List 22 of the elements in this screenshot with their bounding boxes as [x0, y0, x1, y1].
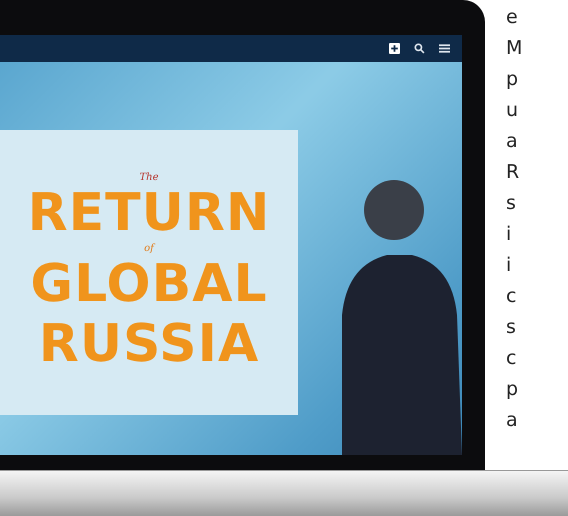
- paragraph-line: e: [506, 5, 519, 30]
- headline: GLOBAL: [30, 254, 268, 314]
- connector-word: of: [144, 242, 154, 254]
- headline: RETURN: [28, 182, 270, 242]
- paragraph-line: p: [506, 67, 520, 92]
- menu-icon[interactable]: [439, 43, 450, 54]
- paragraph-line: i: [506, 253, 512, 278]
- plus-icon[interactable]: [389, 43, 400, 54]
- headline: RUSSIA: [38, 314, 260, 374]
- paragraph-line: c: [506, 284, 518, 309]
- paragraph-line: a: [506, 129, 519, 154]
- paragraph-line: s: [506, 191, 517, 216]
- paragraph-line: i: [506, 222, 512, 247]
- pretitle: The: [139, 172, 159, 182]
- paragraph-line: s: [506, 315, 517, 340]
- paragraph-line: c: [506, 346, 518, 371]
- paragraph-line: M: [506, 36, 524, 61]
- paragraph-line: u: [506, 98, 520, 123]
- paragraph-line: R: [506, 160, 520, 185]
- search-icon[interactable]: [414, 43, 425, 54]
- paragraph-line: a: [506, 408, 519, 433]
- paragraph-line: p: [506, 377, 520, 402]
